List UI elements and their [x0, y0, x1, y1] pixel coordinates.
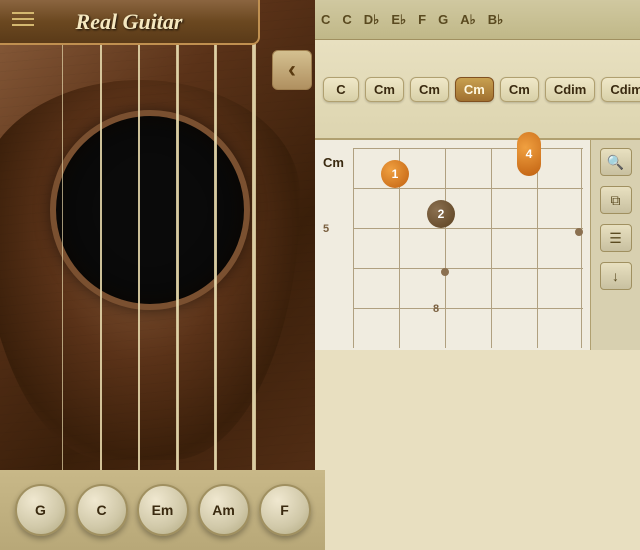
fret-number-8: 8 — [433, 303, 439, 315]
bottom-left-chords: G C Em Am F — [0, 470, 325, 550]
string-5[interactable] — [214, 0, 217, 550]
note-bar: C C D♭ E♭ F G A♭ B♭ — [315, 0, 640, 40]
chord-btn-Cdim1[interactable]: Cdim — [545, 77, 596, 102]
chord-circle-bottom-Em[interactable]: Em — [137, 484, 189, 536]
string-4[interactable] — [176, 0, 179, 550]
note-c: C — [315, 12, 336, 27]
chord-scroll[interactable]: C Cm Cm Cm Cm Cdim Cdim + — [315, 40, 640, 140]
finger-dot-2: 2 — [427, 200, 455, 228]
string-line-4 — [491, 148, 492, 348]
note-d: D♭ — [358, 12, 386, 28]
finger-dot-1: 1 — [381, 160, 409, 188]
chord-btn-Cm1[interactable]: Cm — [365, 77, 404, 102]
chord-label: Cm — [323, 155, 344, 170]
string-line-6 — [581, 148, 582, 348]
string-2[interactable] — [100, 0, 102, 550]
note-f: F — [412, 12, 432, 27]
fret-line-1 — [353, 188, 583, 189]
string-6[interactable] — [252, 0, 256, 550]
right-sidebar: 🔍 ⧉ ☰ ↓ — [590, 140, 640, 350]
chord-container-bottom-G: G — [15, 484, 67, 536]
menu-line-1 — [12, 12, 34, 14]
note-db: C — [336, 12, 357, 27]
fret-line-2 — [353, 228, 583, 229]
chord-container-bottom-Am: Am — [198, 484, 250, 536]
chord-container-bottom-Em: Em — [137, 484, 189, 536]
note-eb: E♭ — [385, 12, 412, 28]
finger-dot-4: 4 — [517, 132, 541, 176]
chord-circle-bottom-F[interactable]: F — [259, 484, 311, 536]
chord-btn-Cm-active[interactable]: Cm — [455, 77, 494, 102]
chord-btn-Cm2[interactable]: Cm — [410, 77, 449, 102]
menu-button[interactable] — [12, 12, 34, 26]
chord-container-bottom-F: F — [259, 484, 311, 536]
right-panel: C C D♭ E♭ F G A♭ B♭ C Cm Cm Cm Cm Cdim C… — [315, 0, 640, 550]
chord-btn-C[interactable]: C — [323, 77, 359, 102]
open-dot-2 — [575, 228, 583, 236]
fret-line-0 — [353, 148, 583, 149]
app-title: Real Guitar — [76, 9, 183, 35]
chord-btn-Cdim2[interactable]: Cdim — [601, 77, 640, 102]
title-bar: Real Guitar — [0, 0, 260, 45]
note-bb: B♭ — [482, 12, 510, 28]
list-icon[interactable]: ☰ — [600, 224, 632, 252]
note-ab: A♭ — [454, 12, 482, 28]
fret-number-5: 5 — [323, 223, 329, 235]
chord-container-bottom-C: C — [76, 484, 128, 536]
fret-line-4 — [353, 308, 583, 309]
string-line-3 — [445, 148, 446, 348]
menu-line-3 — [12, 24, 34, 26]
back-icon: ‹ — [288, 56, 296, 84]
string-1[interactable] — [62, 0, 63, 550]
back-button[interactable]: ‹ — [272, 50, 312, 90]
string-3[interactable] — [138, 0, 140, 550]
note-g: G — [432, 12, 454, 27]
fret-line-3 — [353, 268, 583, 269]
chord-circle-bottom-C[interactable]: C — [76, 484, 128, 536]
string-line-1 — [353, 148, 354, 348]
chord-btn-Cm3[interactable]: Cm — [500, 77, 539, 102]
copy-icon[interactable]: ⧉ — [600, 186, 632, 214]
menu-line-2 — [12, 18, 34, 20]
open-dot-1 — [441, 268, 449, 276]
chord-circle-bottom-G[interactable]: G — [15, 484, 67, 536]
chord-circle-bottom-Am[interactable]: Am — [198, 484, 250, 536]
string-line-5 — [537, 148, 538, 348]
search-icon[interactable]: 🔍 — [600, 148, 632, 176]
down-icon[interactable]: ↓ — [600, 262, 632, 290]
chord-grid: 1 2 4 5 8 — [353, 148, 583, 348]
